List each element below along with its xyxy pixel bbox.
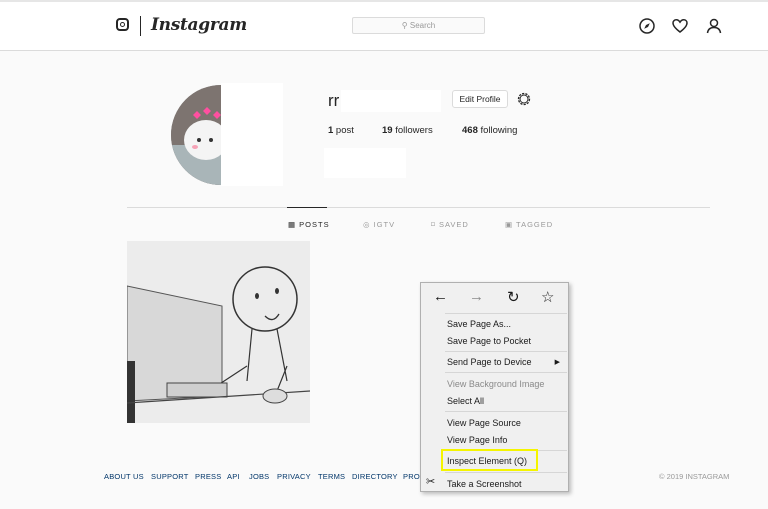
reload-icon[interactable]: ↻ xyxy=(507,288,520,306)
context-nav-row: ← → ↻ ☆ xyxy=(421,283,568,313)
tab-saved[interactable]: ⌑ SAVED xyxy=(431,220,469,229)
tab-label: IGTV xyxy=(373,220,396,229)
followers-count: 19 xyxy=(382,125,393,136)
menu-separator xyxy=(445,372,567,373)
instagram-camera-icon[interactable] xyxy=(116,18,129,31)
redaction-block xyxy=(221,83,283,186)
post-thumbnail[interactable] xyxy=(127,241,310,423)
following-stat[interactable]: 468 following xyxy=(462,125,517,136)
menu-separator xyxy=(445,411,567,412)
submenu-arrow-icon: ▶ xyxy=(554,359,560,366)
following-count: 468 xyxy=(462,125,478,136)
window-top-edge xyxy=(0,0,768,2)
menu-send-to-device[interactable]: Send Page to Device xyxy=(447,354,532,370)
footer-link-privacy[interactable]: PRIVACY xyxy=(277,472,311,481)
footer-link-profiles[interactable]: PRO xyxy=(403,472,420,481)
tab-tagged[interactable]: ▣ TAGGED xyxy=(505,220,553,229)
menu-take-screenshot[interactable]: Take a Screenshot xyxy=(447,476,522,492)
footer-link-support[interactable]: SUPPORT xyxy=(151,472,189,481)
grid-icon: ▦ xyxy=(288,220,300,229)
top-navigation-bar: Instagram ⚲ Search xyxy=(0,0,768,51)
tab-label: SAVED xyxy=(438,220,469,229)
followers-label: followers xyxy=(392,125,433,136)
following-label: following xyxy=(477,125,518,136)
footer-link-about[interactable]: ABOUT US xyxy=(104,472,144,481)
menu-save-page-as[interactable]: Save Page As... xyxy=(447,316,511,332)
edit-profile-button[interactable]: Edit Profile xyxy=(452,90,508,108)
sketch-drawing xyxy=(127,241,310,423)
search-input[interactable]: ⚲ Search xyxy=(352,17,485,34)
footer-link-jobs[interactable]: JOBS xyxy=(249,472,269,481)
tabs-divider xyxy=(127,207,710,208)
menu-separator xyxy=(445,313,567,314)
menu-separator xyxy=(445,351,567,352)
footer-copyright: © 2019 INSTAGRAM xyxy=(659,472,730,481)
menu-separator xyxy=(445,472,567,473)
tab-label: TAGGED xyxy=(516,220,554,229)
screenshot-scissors-icon: ✂ xyxy=(426,476,436,488)
tab-igtv[interactable]: ◎ IGTV xyxy=(363,220,395,229)
footer-link-api[interactable]: API xyxy=(227,472,240,481)
followers-stat[interactable]: 19 followers xyxy=(382,125,433,136)
footer-link-terms[interactable]: TERMS xyxy=(318,472,345,481)
search-placeholder: Search xyxy=(409,21,436,30)
posts-count-stat: 1 post xyxy=(328,125,354,136)
logo-divider xyxy=(140,16,141,36)
redaction-block xyxy=(324,148,406,178)
menu-view-page-source[interactable]: View Page Source xyxy=(447,415,521,431)
compass-icon[interactable] xyxy=(639,18,655,34)
instagram-wordmark[interactable]: Instagram xyxy=(151,15,247,35)
back-icon[interactable]: ← xyxy=(433,288,448,305)
bookmark-icon: ⌑ xyxy=(431,220,439,229)
menu-view-background-image: View Background Image xyxy=(447,379,545,389)
bookmark-star-icon[interactable]: ☆ xyxy=(541,288,554,306)
footer-link-directory[interactable]: DIRECTORY xyxy=(352,472,398,481)
active-tab-indicator xyxy=(287,207,327,208)
heart-icon[interactable] xyxy=(672,18,688,34)
posts-label: post xyxy=(333,125,354,136)
forward-icon[interactable]: → xyxy=(469,288,484,305)
tab-posts[interactable]: ▦ POSTS xyxy=(288,220,330,229)
user-icon[interactable] xyxy=(706,18,722,34)
tab-label: POSTS xyxy=(299,220,330,229)
menu-save-to-pocket[interactable]: Save Page to Pocket xyxy=(447,333,531,349)
menu-select-all[interactable]: Select All xyxy=(447,393,484,409)
menu-view-page-info[interactable]: View Page Info xyxy=(447,432,507,448)
tag-icon: ▣ xyxy=(505,220,517,229)
search-icon: ⚲ xyxy=(401,21,410,30)
footer-link-press[interactable]: PRESS xyxy=(195,472,221,481)
igtv-icon: ◎ xyxy=(363,220,374,229)
inspect-element-highlight xyxy=(441,449,538,471)
profile-username: rr xyxy=(328,91,340,110)
redaction-block xyxy=(341,90,441,112)
settings-gear-icon[interactable] xyxy=(516,91,532,107)
